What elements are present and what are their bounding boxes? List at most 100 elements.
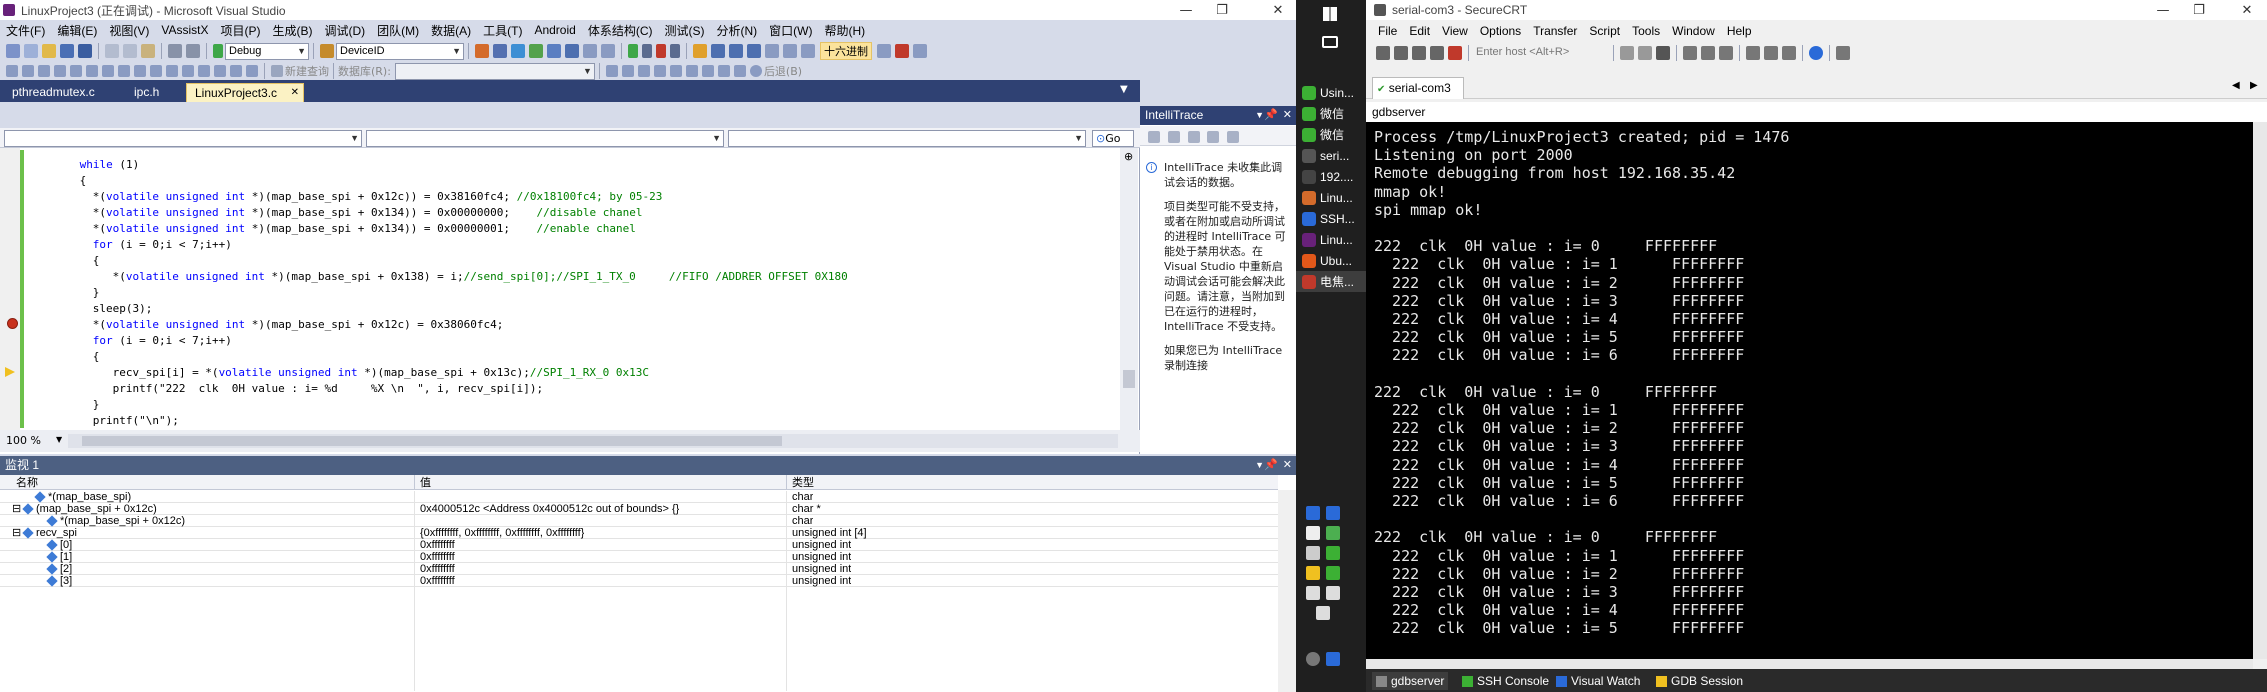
taskbar-item[interactable]: Usin...: [1296, 82, 1366, 103]
t2-c-icon[interactable]: [38, 65, 50, 77]
t2-e-icon[interactable]: [70, 65, 82, 77]
volume-icon[interactable]: [1306, 546, 1320, 560]
network-icon[interactable]: [1326, 586, 1340, 600]
code-line[interactable]: {: [80, 175, 87, 186]
step-over-icon[interactable]: [729, 44, 743, 58]
add-item-icon[interactable]: [24, 44, 38, 58]
member-combo[interactable]: ▼: [366, 130, 724, 147]
t2-f-icon[interactable]: [86, 65, 98, 77]
code-line[interactable]: }: [93, 399, 100, 410]
vs-close-button[interactable]: ✕: [1260, 0, 1296, 20]
t2-a-icon[interactable]: [6, 65, 18, 77]
vs-menu-item[interactable]: 团队(M): [371, 22, 425, 39]
back-nav-button[interactable]: 后退(B): [764, 63, 802, 79]
watch-name[interactable]: [0]: [60, 539, 72, 551]
vs-menu-item[interactable]: Android: [528, 23, 581, 37]
vs-menu-item[interactable]: 生成(B): [266, 22, 318, 39]
help-icon[interactable]: [1809, 46, 1823, 60]
redo-icon[interactable]: [186, 44, 200, 58]
copy-crt-icon[interactable]: [1620, 46, 1634, 60]
stop-icon[interactable]: [656, 44, 666, 58]
go-button[interactable]: ⊙Go: [1092, 130, 1134, 147]
it-e-icon[interactable]: [1227, 130, 1240, 143]
it-c-icon[interactable]: [1187, 130, 1200, 143]
watch-value[interactable]: 0x4000512c <Address 0x4000512c out of bo…: [420, 503, 679, 515]
host-input[interactable]: Enter host <Alt+R>: [1473, 45, 1609, 62]
tab-pthreadmutex[interactable]: pthreadmutex.c: [4, 83, 103, 102]
taskbar-item[interactable]: SSH...: [1296, 208, 1366, 229]
tool-n-icon[interactable]: [913, 44, 927, 58]
connect-tab-icon[interactable]: [1412, 46, 1426, 60]
code-line[interactable]: *(volatile unsigned int *)(map_base_spi …: [93, 191, 663, 202]
taskbar-item[interactable]: 电焦...: [1296, 271, 1366, 292]
tool-m-icon[interactable]: [895, 44, 909, 58]
t2-w-icon[interactable]: [701, 65, 714, 77]
taskbar-item[interactable]: 微信: [1296, 124, 1366, 145]
code-line[interactable]: printf("\n");: [93, 415, 179, 426]
t2-q-icon[interactable]: [605, 65, 618, 77]
print-setup-icon[interactable]: [1701, 46, 1715, 60]
watch-row[interactable]: *(map_base_spi + 0x12c) char: [0, 515, 1278, 527]
watch-value[interactable]: 0xffffffff: [420, 575, 455, 587]
config-combo[interactable]: Debug ▼: [225, 42, 309, 60]
crt-minimize-button[interactable]: —: [2145, 0, 2181, 20]
vs-menu-item[interactable]: 文件(F): [0, 22, 51, 39]
undo-icon[interactable]: [168, 44, 182, 58]
new-project-icon[interactable]: [6, 44, 20, 58]
vs-menu-item[interactable]: 窗口(W): [763, 22, 818, 39]
code-line[interactable]: for (i = 0;i < 7;i++): [93, 335, 232, 346]
t2-y-icon[interactable]: [733, 65, 746, 77]
t2-g-icon[interactable]: [102, 65, 114, 77]
tool-a-icon[interactable]: [475, 44, 489, 58]
vs-menu-item[interactable]: 项目(P): [214, 22, 266, 39]
tool-d-icon[interactable]: [529, 44, 543, 58]
taskbar-item[interactable]: 微信: [1296, 103, 1366, 124]
notification-icon[interactable]: [1316, 606, 1330, 620]
connect-icon[interactable]: [1376, 46, 1390, 60]
vs-menu-item[interactable]: 体系结构(C): [582, 22, 659, 39]
find-icon[interactable]: [1656, 46, 1670, 60]
vs-menu-item[interactable]: 分析(N): [711, 22, 764, 39]
watch-name[interactable]: (map_base_spi + 0x12c): [36, 503, 157, 515]
col-value-header[interactable]: 值: [420, 475, 431, 490]
crt-menu-item[interactable]: Window: [1666, 24, 1721, 38]
tray-g-icon[interactable]: [1306, 586, 1320, 600]
tab-ipc-h[interactable]: ipc.h: [126, 83, 167, 102]
code-line[interactable]: printf("222 clk 0H value : i= %d %X \n "…: [113, 383, 543, 394]
vs-menu-item[interactable]: 调试(D): [318, 22, 371, 39]
tray-c-icon[interactable]: [1306, 526, 1320, 540]
cut-icon[interactable]: [105, 44, 119, 58]
watch-name[interactable]: *(map_base_spi): [48, 491, 131, 503]
terminal[interactable]: Process /tmp/LinuxProject3 created; pid …: [1366, 122, 2253, 659]
vs-menu-item[interactable]: VAssistX: [155, 23, 214, 37]
watch-name[interactable]: [3]: [60, 575, 72, 587]
t2-h-icon[interactable]: [118, 65, 130, 77]
task-view-icon[interactable]: [1322, 36, 1338, 48]
global-options-icon[interactable]: [1764, 46, 1778, 60]
disconnect-icon[interactable]: [1448, 46, 1462, 60]
watch-row[interactable]: ⊟ recv_spi {0xffffffff, 0xffffffff, 0xffff…: [0, 527, 1278, 539]
it-a-icon[interactable]: [1148, 130, 1160, 143]
tool-c-icon[interactable]: [511, 44, 525, 58]
tray-i-icon[interactable]: [1326, 652, 1340, 666]
paste-crt-icon[interactable]: [1638, 46, 1652, 60]
reconnect-icon[interactable]: [1430, 46, 1444, 60]
continue-icon[interactable]: [628, 44, 638, 58]
vs-menu-item[interactable]: 帮助(H): [819, 22, 872, 39]
paste-icon[interactable]: [141, 44, 155, 58]
tool-b-icon[interactable]: [493, 44, 507, 58]
t2-i-icon[interactable]: [134, 65, 146, 77]
tray-b-icon[interactable]: [1326, 506, 1340, 520]
t2-s-icon[interactable]: [637, 65, 650, 77]
device-combo[interactable]: DeviceID ▼: [336, 42, 464, 60]
pause-icon[interactable]: [642, 44, 652, 58]
tab-linuxproject3[interactable]: LinuxProject3.c ✕: [186, 83, 304, 102]
expand-toggle[interactable]: ⊟: [12, 527, 21, 539]
start-debug-icon[interactable]: [213, 44, 223, 58]
watch-value[interactable]: 0xffffffff: [420, 563, 455, 575]
tool-i-icon[interactable]: [765, 44, 779, 58]
vs-menu-item[interactable]: 测试(S): [659, 22, 711, 39]
watch-value[interactable]: {0xffffffff, 0xffffffff, 0xffffffff, 0xf…: [420, 527, 584, 539]
crt-bottom-tab[interactable]: SSH Console: [1462, 672, 1549, 690]
database-combo[interactable]: ▼: [394, 62, 595, 80]
